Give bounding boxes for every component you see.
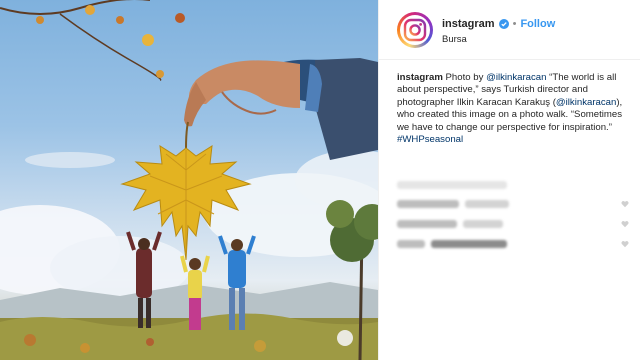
avatar[interactable] [397,12,433,48]
caption-mention-2[interactable]: @ilkinkaracan [556,97,616,108]
caption-mention[interactable]: @ilkinkaracan [486,72,546,83]
heart-icon[interactable] [621,200,629,208]
post-header: instagram • Follow Bursa [379,0,640,60]
verified-badge-icon [498,19,509,29]
comment-list [397,196,633,256]
comment-row [397,236,633,252]
follow-button[interactable]: Follow [520,18,555,30]
heart-icon[interactable] [621,240,629,248]
blurred-comment-text [463,220,503,228]
caption-hashtag[interactable]: #WHPseasonal [397,134,463,145]
location-link[interactable]: Bursa [442,34,467,45]
header-name-row: instagram • Follow [442,16,555,32]
blurred-comment-text [431,240,507,248]
caption-photo-by: Photo by [445,72,484,83]
separator-dot: • [512,18,517,30]
blurred-comment-text [465,200,509,208]
post-photo[interactable] [0,0,378,360]
hand-holding-leaf [184,58,378,160]
instagram-camera-icon [403,18,427,42]
blurred-comment-username [397,200,459,208]
instagram-post: instagram • Follow Bursa instagram Photo… [0,0,640,360]
header-username[interactable]: instagram [442,18,495,30]
photo-illustration [0,0,378,360]
comment-row [397,216,633,232]
blurred-comment-username [397,220,457,228]
comment-row [397,196,633,212]
post-side-panel: instagram • Follow Bursa instagram Photo… [378,0,640,360]
caption-username[interactable]: instagram [397,72,443,83]
post-caption: instagram Photo by @ilkinkaracan “The wo… [397,72,633,146]
avatar-inner [400,15,430,45]
blurred-comment-username [397,240,425,248]
blurred-timestamp [397,181,507,189]
heart-icon[interactable] [621,220,629,228]
